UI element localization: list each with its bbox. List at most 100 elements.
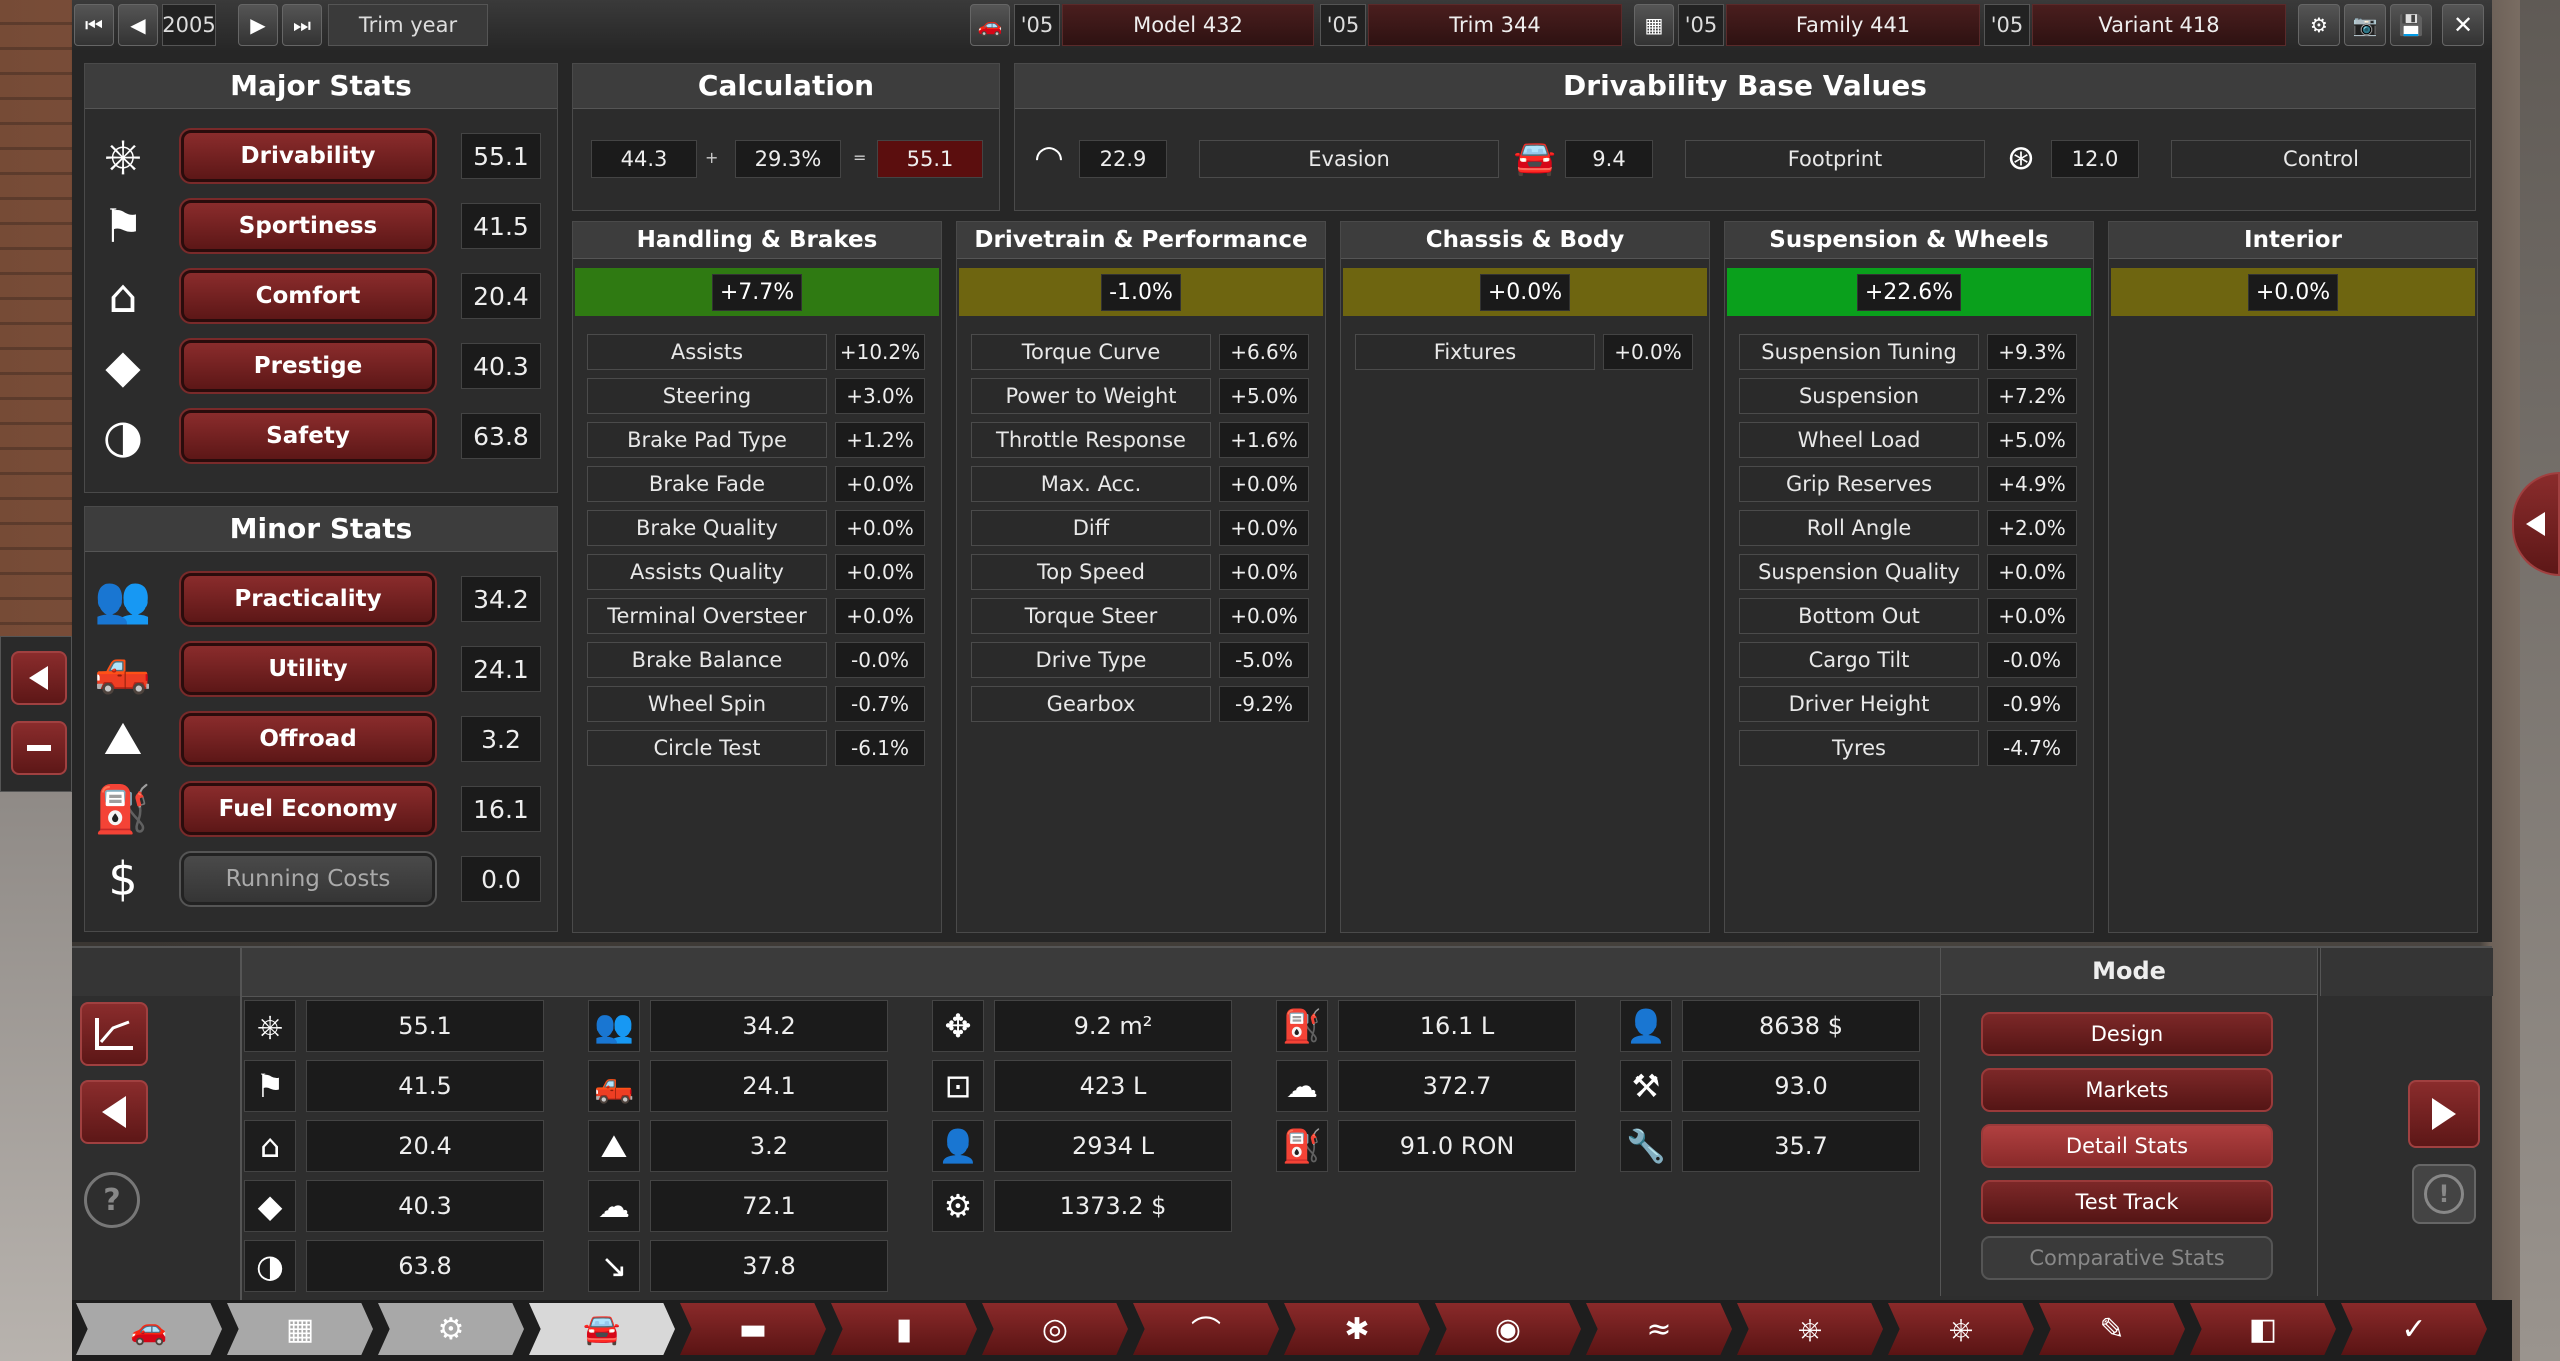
factor-value: +0.0%: [1219, 466, 1309, 502]
factor-label: Torque Curve: [971, 334, 1211, 370]
first-year-button[interactable]: ⏮: [74, 4, 114, 46]
next-year-button[interactable]: ▶: [238, 4, 278, 46]
factor-label: Wheel Spin: [587, 686, 827, 722]
finish-tab[interactable]: ✓: [2341, 1303, 2487, 1355]
summary-value: 423 L: [994, 1060, 1232, 1112]
engine-tab[interactable]: ▦: [227, 1303, 373, 1355]
left-expand-button[interactable]: [11, 651, 67, 705]
factor-value: +10.2%: [835, 334, 925, 370]
variant-name[interactable]: Variant 418: [2032, 4, 2286, 46]
factor-label: Cargo Tilt: [1739, 642, 1979, 678]
family-name[interactable]: Family 441: [1726, 4, 1980, 46]
help-question-icon[interactable]: ?: [84, 1172, 140, 1228]
factor-value: -4.7%: [1987, 730, 2077, 766]
base-label: Footprint: [1685, 140, 1985, 178]
factor-label: Tyres: [1739, 730, 1979, 766]
stat-button-safety[interactable]: Safety: [179, 408, 437, 464]
emissions-icon: ☁: [1276, 1060, 1328, 1112]
factor-label: Wheel Load: [1739, 422, 1979, 458]
factor-value: -0.0%: [835, 642, 925, 678]
stat-button-prestige[interactable]: Prestige: [179, 338, 437, 394]
major-stats-title: Major Stats: [85, 64, 557, 109]
last-year-button[interactable]: ⏭: [282, 4, 322, 46]
mode-title: Mode: [1941, 948, 2317, 995]
calculation-panel: Calculation 44.3 + 29.3% = 55.1: [572, 63, 1000, 211]
wheels-tab[interactable]: ✱: [1284, 1303, 1430, 1355]
model-car-icon[interactable]: 🚗: [970, 4, 1010, 46]
category-title: Suspension & Wheels: [1725, 222, 2093, 259]
left-minimize-button[interactable]: [11, 721, 67, 775]
downtrend-icon: ↘: [588, 1240, 640, 1292]
summary-value: 63.8: [306, 1240, 544, 1292]
factor-value: -5.0%: [1219, 642, 1309, 678]
trim-year-button[interactable]: Trim year: [328, 4, 488, 46]
stat-value: 40.3: [461, 343, 541, 389]
tuning-tab[interactable]: ⎈: [1888, 1303, 2034, 1355]
prev-page-button[interactable]: [80, 1080, 148, 1144]
headlights-tab[interactable]: ◎: [982, 1303, 1128, 1355]
factor-value: +0.0%: [835, 466, 925, 502]
mode-test-track-button[interactable]: Test Track: [1981, 1180, 2273, 1224]
base-values-panel: Drivability Base Values ◠ 22.9 Evasion 🚘 9.4…: [1014, 63, 2476, 211]
camera-icon[interactable]: 📷: [2344, 4, 2386, 46]
base-values-title: Drivability Base Values: [1015, 64, 2475, 109]
brakes-tab[interactable]: ◉: [1435, 1303, 1581, 1355]
trim-name[interactable]: Trim 344: [1368, 4, 1622, 46]
stat-button-offroad[interactable]: Offroad: [179, 711, 437, 767]
dimensions-icon: ✥: [932, 1000, 984, 1052]
steering-tab[interactable]: ⎈: [1737, 1303, 1883, 1355]
base-label: Evasion: [1199, 140, 1499, 178]
mode-markets-button[interactable]: Markets: [1981, 1068, 2273, 1112]
year-field[interactable]: 2005: [162, 4, 216, 46]
factor-label: Suspension: [1739, 378, 1979, 414]
settings-gear-icon[interactable]: ⚙: [2298, 4, 2340, 46]
mode-comparative-stats-button: Comparative Stats: [1981, 1236, 2273, 1280]
steering-wheel-icon: ⎈: [104, 128, 142, 182]
interior-tab[interactable]: ▬: [680, 1303, 826, 1355]
dealer-cost-icon: 👤: [1620, 1000, 1672, 1052]
summary-value: 93.0: [1682, 1060, 1920, 1112]
engine-family-icon[interactable]: ▦: [1634, 4, 1674, 46]
arrow-left-icon: [2526, 512, 2545, 536]
stat-button-fuel-economy[interactable]: Fuel Economy: [179, 781, 437, 837]
paint-tab[interactable]: ✎: [2039, 1303, 2185, 1355]
stat-button-comfort[interactable]: Comfort: [179, 268, 437, 324]
arrow-left-icon: [102, 1096, 126, 1128]
model-name[interactable]: Model 432: [1062, 4, 1314, 46]
category-panel-2: Chassis & Body +0.0% Fixtures +0.0%: [1340, 221, 1710, 933]
testing-tab[interactable]: ◧: [2190, 1303, 2336, 1355]
summary-header: [240, 948, 2010, 997]
save-icon[interactable]: 💾: [2390, 4, 2432, 46]
prev-year-button[interactable]: ◀: [118, 4, 158, 46]
category-panel-4: Interior +0.0%: [2108, 221, 2478, 933]
aero-tab[interactable]: ≈: [1586, 1303, 1732, 1355]
stat-button-drivability[interactable]: Drivability: [179, 128, 437, 184]
steering-wheel-icon: ⎈: [244, 1000, 296, 1052]
graph-toggle-button[interactable]: [80, 1002, 148, 1066]
base-value: 9.4: [1565, 140, 1653, 178]
factor-value: +0.0%: [1219, 554, 1309, 590]
next-page-button[interactable]: [2408, 1080, 2480, 1148]
diamond-icon: ◆: [244, 1180, 296, 1232]
stat-button-practicality[interactable]: Practicality: [179, 571, 437, 627]
fixtures-tab[interactable]: ▮: [831, 1303, 977, 1355]
mode-detail-stats-button[interactable]: Detail Stats: [1981, 1124, 2273, 1168]
mode-design-button[interactable]: Design: [1981, 1012, 2273, 1056]
fuel-tank-icon: ⛽: [1276, 1000, 1328, 1052]
car-body-tab[interactable]: 🚗: [76, 1303, 222, 1355]
gearbox-tab[interactable]: ⌒: [1133, 1303, 1279, 1355]
base-value: 12.0: [2051, 140, 2139, 178]
wheel-control-icon: ⊛: [2006, 138, 2036, 178]
calc-equals: =: [853, 148, 867, 167]
stat-value: 3.2: [461, 716, 541, 762]
category-title: Drivetrain & Performance: [957, 222, 1325, 259]
chassis-tab[interactable]: ⚙: [378, 1303, 524, 1355]
factor-label: Drive Type: [971, 642, 1211, 678]
summary-value: 8638 $: [1682, 1000, 1920, 1052]
warnings-button[interactable]: !: [2412, 1164, 2476, 1224]
stat-button-utility[interactable]: Utility: [179, 641, 437, 697]
body-tab[interactable]: 🚘: [529, 1303, 675, 1355]
close-icon[interactable]: ✕: [2442, 4, 2484, 46]
stat-button-sportiness[interactable]: Sportiness: [179, 198, 437, 254]
stat-value: 34.2: [461, 576, 541, 622]
